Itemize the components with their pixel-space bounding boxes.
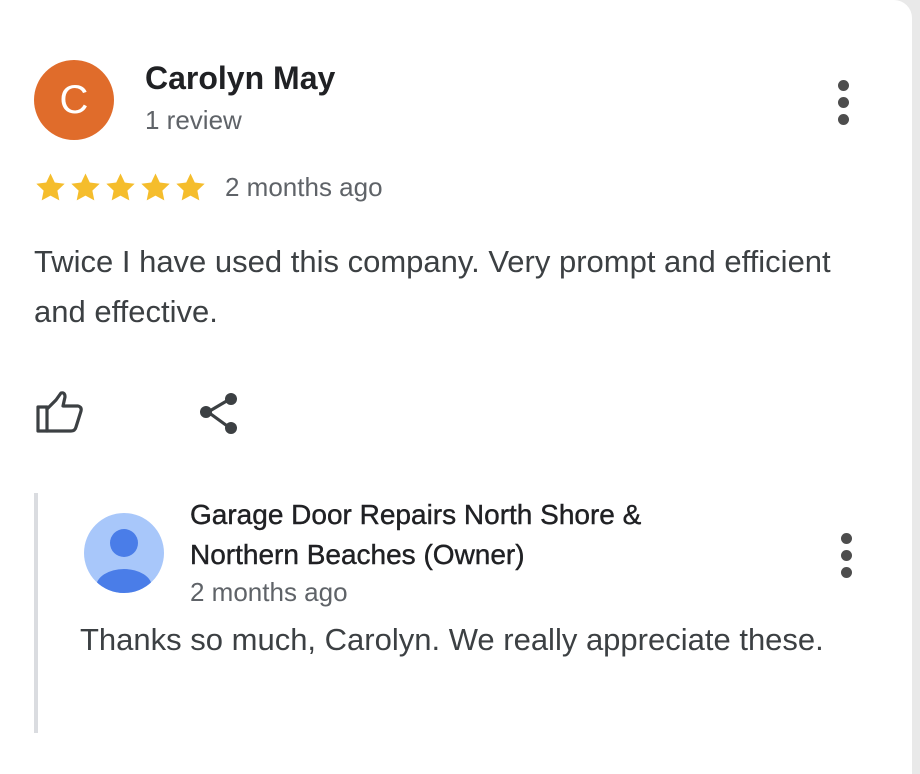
reviewer-name[interactable]: Carolyn May bbox=[145, 60, 335, 97]
owner-reply-time: 2 months ago bbox=[190, 577, 348, 607]
owner-reply-name[interactable]: Garage Door Repairs North Shore & Northe… bbox=[190, 495, 750, 575]
more-vertical-icon bbox=[841, 533, 852, 544]
reviewer-avatar-initial: C bbox=[59, 78, 89, 122]
share-button[interactable] bbox=[196, 390, 244, 438]
star-icon bbox=[176, 172, 205, 200]
like-button[interactable] bbox=[34, 390, 86, 436]
more-vertical-icon-dot bbox=[838, 97, 849, 108]
owner-reply: Garage Door Repairs North Shore & Northe… bbox=[34, 493, 874, 733]
star-rating bbox=[34, 171, 207, 204]
more-vertical-icon-dot bbox=[838, 114, 849, 125]
review-text: Twice I have used this company. Very pro… bbox=[34, 244, 831, 329]
star-icon bbox=[141, 172, 170, 200]
reviewer-avatar[interactable]: C bbox=[34, 60, 114, 140]
review-time: 2 months ago bbox=[225, 171, 383, 202]
thumbs-up-icon bbox=[36, 391, 83, 433]
more-vertical-icon-dot bbox=[841, 550, 852, 561]
star-icon bbox=[106, 172, 135, 200]
more-vertical-icon-dot bbox=[841, 567, 852, 578]
review-more-options-button[interactable] bbox=[832, 80, 856, 126]
review-card: C Carolyn May 1 review 2 months ago Twic… bbox=[0, 0, 912, 774]
star-icon bbox=[36, 172, 65, 200]
reply-more-options-button[interactable] bbox=[835, 533, 859, 579]
star-icon bbox=[71, 172, 100, 200]
default-person-avatar-icon bbox=[84, 513, 164, 593]
rating-row: 2 months ago bbox=[34, 168, 383, 206]
share-icon bbox=[200, 393, 237, 434]
more-vertical-icon bbox=[838, 80, 849, 91]
reviewer-review-count[interactable]: 1 review bbox=[145, 105, 242, 136]
owner-reply-text: Thanks so much, Carolyn. We really appre… bbox=[80, 622, 824, 657]
